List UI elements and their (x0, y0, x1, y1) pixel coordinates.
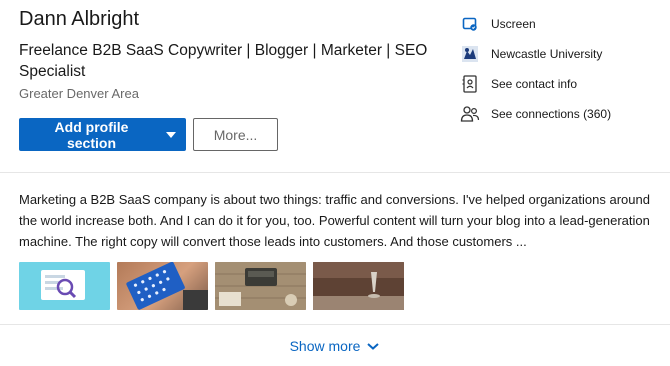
show-more-label: Show more (289, 338, 361, 354)
media-thumbnail-3[interactable] (215, 262, 306, 310)
profile-location: Greater Denver Area (19, 86, 139, 101)
profile-name: Dann Albright (19, 8, 140, 30)
show-more-button[interactable]: Show more (0, 329, 670, 363)
profile-top-card: Dann Albright Freelance B2B SaaS Copywri… (0, 0, 670, 366)
media-thumbnail-2[interactable] (117, 262, 208, 310)
media-thumbnail-1[interactable] (19, 262, 110, 310)
chevron-down-icon (366, 338, 380, 354)
more-button[interactable]: More... (193, 118, 278, 151)
university-logo (460, 44, 480, 64)
contact-card-icon (460, 74, 480, 94)
company-icon (460, 14, 480, 34)
caret-down-icon (166, 131, 176, 138)
sidebar-item-connections[interactable]: See connections (360) (460, 99, 660, 129)
sidebar-item-label: Uscreen (491, 17, 536, 31)
sidebar-item-newcastle[interactable]: Newcastle University (460, 39, 660, 69)
media-thumbnail-4[interactable] (313, 262, 404, 310)
people-icon (460, 104, 480, 124)
sidebar-item-label: See connections (360) (491, 107, 612, 121)
sidebar-item-label: See contact info (491, 77, 578, 91)
media-thumbnails (19, 262, 404, 310)
sidebar-item-contact[interactable]: See contact info (460, 69, 660, 99)
profile-summary: Marketing a B2B SaaS company is about tw… (19, 192, 650, 249)
add-profile-section-label: Add profile section (54, 118, 129, 151)
profile-headline: Freelance B2B SaaS Copywriter | Blogger … (19, 42, 428, 80)
profile-sidebar: Uscreen Newcastle University See contact… (460, 9, 660, 129)
add-profile-section-button[interactable]: Add profile section (19, 118, 186, 151)
sidebar-item-label: Newcastle University (491, 47, 603, 61)
sidebar-item-uscreen[interactable]: Uscreen (460, 9, 660, 39)
divider (0, 172, 670, 173)
divider (0, 324, 670, 325)
